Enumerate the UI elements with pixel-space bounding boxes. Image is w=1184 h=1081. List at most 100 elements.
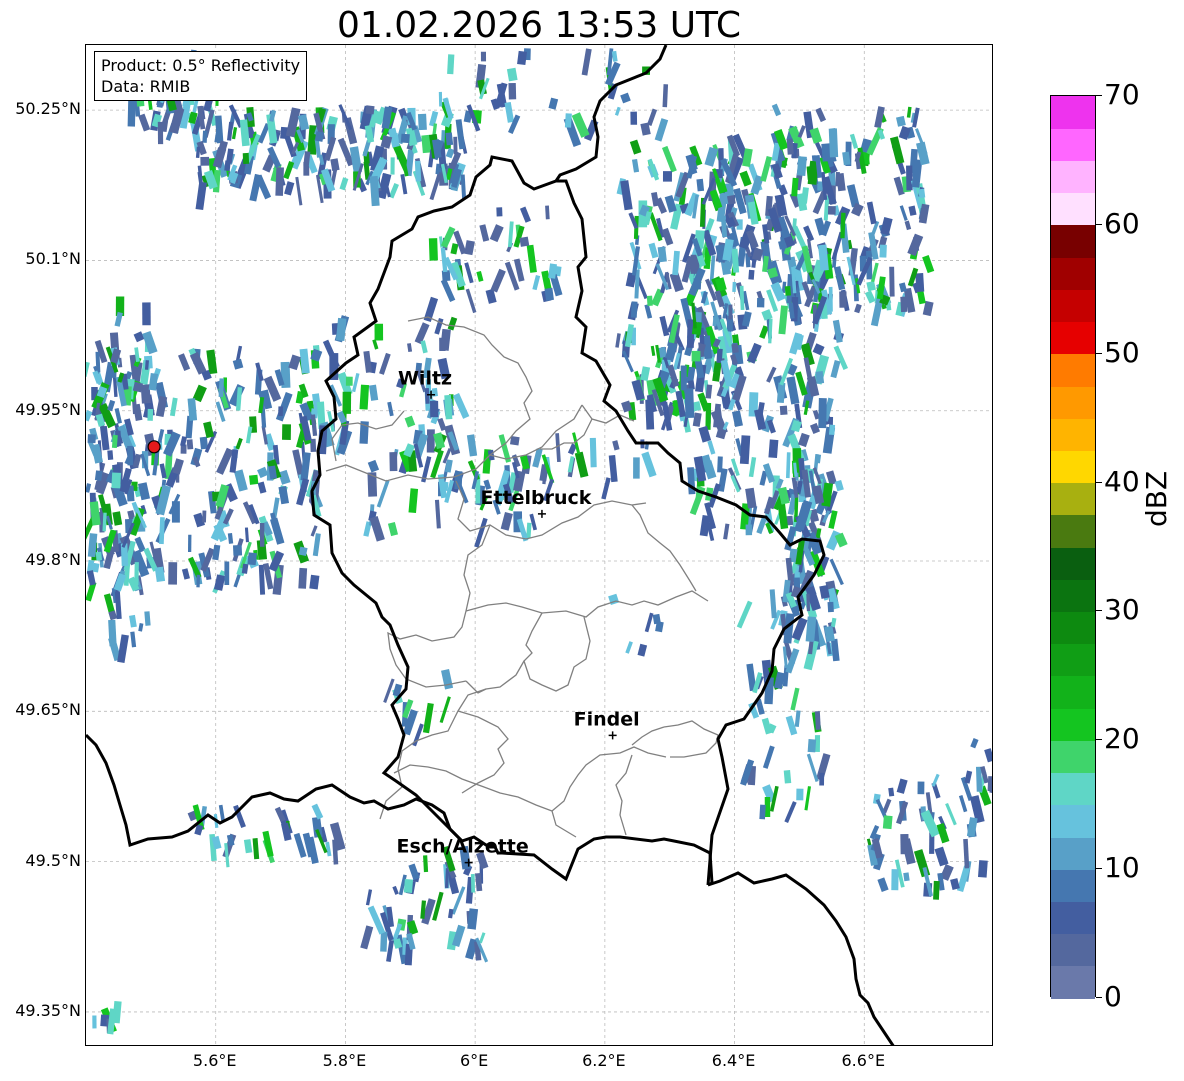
echo-pixel bbox=[797, 432, 810, 448]
echo-pixel bbox=[680, 365, 687, 391]
echo-pixel bbox=[445, 147, 455, 159]
colorbar-segment bbox=[1051, 901, 1095, 935]
echo-pixel bbox=[309, 574, 320, 590]
echo-pixel bbox=[424, 388, 430, 404]
echo-pixel bbox=[242, 152, 250, 165]
echo-pixel bbox=[828, 424, 836, 435]
echo-pixel bbox=[232, 358, 244, 370]
echo-pixel bbox=[496, 207, 503, 217]
echo-pixel bbox=[899, 205, 908, 221]
echo-pixel bbox=[548, 97, 559, 110]
echo-pixel bbox=[771, 103, 782, 117]
echo-pixel bbox=[508, 82, 517, 100]
echo-pixel bbox=[372, 339, 379, 350]
echo-pixel bbox=[827, 601, 834, 613]
echo-pixel bbox=[659, 315, 670, 337]
echo-pixel bbox=[202, 130, 208, 143]
echo-pixel bbox=[298, 567, 308, 589]
echo-pixel bbox=[107, 450, 114, 460]
echo-pixel bbox=[87, 434, 96, 444]
echo-pixel bbox=[157, 429, 165, 443]
echo-pixel bbox=[970, 738, 979, 749]
echo-pixel bbox=[130, 631, 137, 648]
echo-pixel bbox=[390, 157, 395, 175]
echo-pixel bbox=[922, 255, 935, 274]
echo-pixel bbox=[732, 281, 737, 292]
echo-pixel bbox=[339, 177, 349, 191]
echo-pixel bbox=[783, 770, 792, 784]
echo-pixel bbox=[519, 206, 532, 223]
echo-pixel bbox=[187, 534, 192, 553]
echo-pixel bbox=[517, 50, 527, 66]
echo-pixel bbox=[490, 268, 506, 293]
echo-pixel bbox=[611, 50, 618, 62]
echo-pixel bbox=[786, 138, 794, 155]
echo-pixel bbox=[86, 483, 92, 493]
echo-pixel bbox=[312, 533, 321, 557]
echo-pixel bbox=[760, 155, 773, 182]
echo-pixel bbox=[614, 106, 621, 116]
echo-pixel bbox=[917, 781, 925, 795]
echo-pixel bbox=[695, 311, 702, 323]
echo-pixel bbox=[111, 434, 118, 449]
echo-pixel bbox=[480, 51, 487, 62]
echo-pixel bbox=[386, 939, 395, 963]
echo-pixel bbox=[633, 457, 640, 479]
echo-pixel bbox=[423, 855, 429, 873]
echo-pixel bbox=[581, 48, 592, 76]
echo-pixel bbox=[114, 407, 123, 424]
echo-pixel bbox=[127, 97, 136, 127]
echo-pixel bbox=[360, 925, 374, 950]
echo-pixel bbox=[834, 480, 844, 492]
echo-pixel bbox=[111, 472, 122, 489]
echo-pixel bbox=[589, 437, 597, 468]
echo-pixel bbox=[631, 158, 640, 173]
echo-pixel bbox=[906, 106, 912, 118]
colorbar-segment bbox=[1051, 611, 1095, 645]
echo-pixel bbox=[807, 739, 817, 753]
echo-pixel bbox=[704, 146, 719, 167]
echo-pixel bbox=[815, 370, 825, 384]
echo-pixel bbox=[137, 482, 151, 501]
echo-pixel bbox=[507, 221, 514, 248]
echo-pixel bbox=[112, 511, 123, 526]
echo-pixel bbox=[474, 517, 488, 548]
echo-pixel bbox=[839, 291, 847, 308]
echo-pixel bbox=[283, 161, 295, 180]
product-info-box: Product: 0.5° Reflectivity Data: RMIB bbox=[94, 51, 308, 101]
echo-pixel bbox=[189, 351, 207, 375]
echo-pixel bbox=[247, 552, 257, 566]
echo-pixel bbox=[754, 408, 767, 431]
echo-pixel bbox=[854, 303, 862, 314]
echo-pixel bbox=[441, 669, 454, 690]
echo-pixel bbox=[934, 846, 949, 867]
colorbar-tick-mark bbox=[1096, 223, 1102, 225]
echo-pixel bbox=[404, 415, 416, 428]
echo-pixel bbox=[434, 499, 441, 529]
echo-pixel bbox=[958, 795, 968, 813]
echo-pixel bbox=[299, 348, 310, 374]
echo-pixel bbox=[218, 378, 225, 398]
echo-pixel bbox=[218, 804, 225, 822]
colorbar-segment bbox=[1051, 482, 1095, 516]
echo-pixel bbox=[827, 206, 836, 215]
colorbar-tick-label: 20 bbox=[1104, 722, 1140, 756]
colorbar-segment bbox=[1051, 160, 1095, 194]
echo-pixel bbox=[731, 410, 743, 427]
echo-pixel bbox=[790, 687, 800, 711]
echo-pixel bbox=[731, 343, 739, 354]
echo-pixel bbox=[295, 176, 303, 206]
echo-pixel bbox=[212, 544, 221, 561]
radar-map[interactable]: Wiltz Ettelbruck Findel Esch/Alzette bbox=[85, 44, 993, 1046]
echo-pixel bbox=[439, 696, 451, 724]
echo-pixel bbox=[769, 589, 777, 619]
echo-pixel bbox=[977, 860, 988, 878]
lon-tick-label: 6°E bbox=[459, 1051, 489, 1070]
echo-pixel bbox=[389, 452, 398, 472]
echo-pixel bbox=[880, 217, 893, 236]
echo-pixel bbox=[662, 84, 669, 108]
echo-pixel bbox=[791, 177, 799, 197]
echo-pixel bbox=[906, 165, 913, 191]
echo-pixel bbox=[403, 878, 414, 894]
echo-pixel bbox=[662, 171, 672, 182]
